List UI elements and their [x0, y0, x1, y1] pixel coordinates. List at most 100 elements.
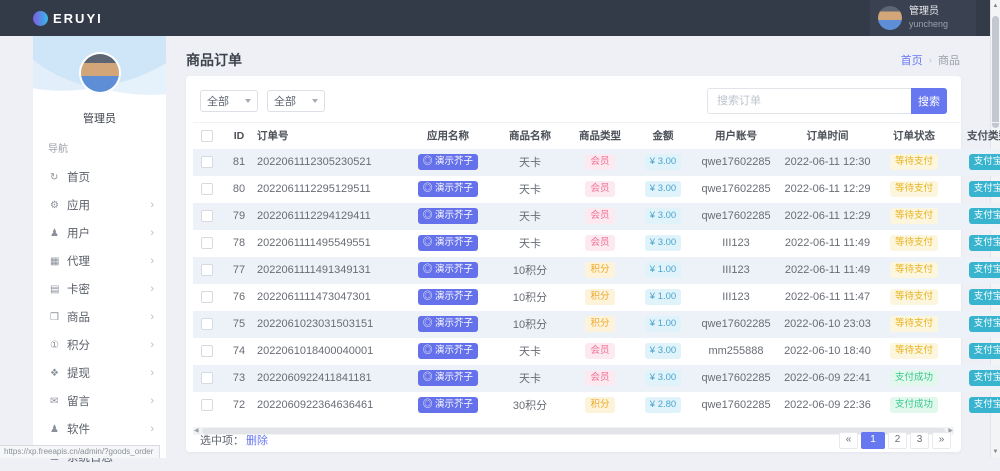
- order-time: 2022-06-11 12:29: [779, 176, 876, 203]
- column-header: 订单时间: [779, 123, 876, 149]
- table-row: 81 2022061112305230521 ◎ 演示芥子 天卡 会员 ¥ 3.…: [193, 149, 1000, 176]
- amount-badge: ¥ 1.00: [645, 262, 681, 278]
- sidebar-item-user[interactable]: ♟ 用户 ›: [33, 219, 166, 247]
- row-checkbox[interactable]: [201, 291, 213, 303]
- user-icon: ♟: [50, 228, 67, 239]
- product-name: 30积分: [493, 392, 567, 419]
- sidebar-item-withdraw[interactable]: ❖ 提现 ›: [33, 359, 166, 387]
- scroll-up-icon[interactable]: ▲: [991, 3, 1000, 9]
- logo-text: ERUYI: [53, 11, 103, 26]
- breadcrumb-separator: ›: [929, 55, 932, 66]
- filter-select-1[interactable]: 全部: [200, 90, 258, 112]
- page-button-1[interactable]: 1: [861, 432, 885, 449]
- user-account: III123: [693, 257, 779, 284]
- chevron-right-icon: ›: [150, 395, 154, 407]
- row-checkbox[interactable]: [201, 237, 213, 249]
- chevron-right-icon: ›: [150, 227, 154, 239]
- sidebar-item-message[interactable]: ✉ 留言 ›: [33, 387, 166, 415]
- scroll-left-icon[interactable]: ◀: [194, 427, 199, 435]
- row-checkbox[interactable]: [201, 345, 213, 357]
- row-checkbox[interactable]: [201, 399, 213, 411]
- status-badge: 等待支付: [890, 181, 938, 197]
- software-icon: ♟: [50, 424, 67, 435]
- user-menu[interactable]: 管理员 yuncheng: [870, 0, 976, 36]
- app-badge: ◎ 演示芥子: [418, 262, 478, 278]
- sidebar-item-card-key[interactable]: ▤ 卡密 ›: [33, 275, 166, 303]
- user-avatar: [878, 6, 902, 30]
- sidebar-item-software[interactable]: ♟ 软件 ›: [33, 415, 166, 443]
- type-badge: 会员: [585, 208, 614, 224]
- row-checkbox[interactable]: [201, 264, 213, 276]
- table-row: 78 2022061111495549551 ◎ 演示芥子 天卡 会员 ¥ 3.…: [193, 230, 1000, 257]
- page-button-«[interactable]: «: [839, 432, 858, 449]
- pay-badge: 支付宝: [969, 397, 1000, 413]
- table-row: 72 2022060922364636461 ◎ 演示芥子 30积分 积分 ¥ …: [193, 392, 1000, 419]
- order-no: 2022061023031503151: [257, 311, 403, 338]
- order-no: 2022061111491349131: [257, 257, 403, 284]
- order-time: 2022-06-09 22:36: [779, 392, 876, 419]
- page-button-3[interactable]: 3: [910, 432, 929, 449]
- user-account: III123: [693, 230, 779, 257]
- page-button-»[interactable]: »: [932, 432, 951, 449]
- orders-table: ID订单号应用名称商品名称商品类型金额用户账号订单时间订单状态支付类型 81 2…: [193, 122, 1000, 419]
- sidebar-item-home[interactable]: ↻ 首页 ›: [33, 163, 166, 191]
- type-badge: 积分: [585, 397, 614, 413]
- sidebar-item-points[interactable]: ① 积分 ›: [33, 331, 166, 359]
- table-row: 73 2022060922411841181 ◎ 演示芥子 天卡 会员 ¥ 3.…: [193, 365, 1000, 392]
- row-checkbox[interactable]: [201, 318, 213, 330]
- search-input[interactable]: [707, 88, 911, 114]
- chevron-down-icon: [245, 99, 251, 103]
- selected-items-label: 选中项：: [200, 435, 244, 447]
- status-badge: 等待支付: [890, 208, 938, 224]
- order-id: 77: [221, 257, 257, 284]
- status-badge: 支付成功: [890, 370, 938, 386]
- order-time: 2022-06-11 11:47: [779, 284, 876, 311]
- browser-status-url: https://xp.freeapis.cn/admin/?goods_orde…: [0, 445, 160, 458]
- card-footer: 选中项：删除 «123»: [200, 431, 951, 449]
- row-checkbox[interactable]: [201, 156, 213, 168]
- filter-row: 全部 全部 搜索: [186, 76, 961, 114]
- column-header: 商品名称: [493, 123, 567, 149]
- search-button[interactable]: 搜索: [911, 88, 947, 114]
- status-badge: 等待支付: [890, 154, 938, 170]
- app-badge: ◎ 演示芥子: [418, 235, 478, 251]
- sidebar-item-apps[interactable]: ⚙ 应用 ›: [33, 191, 166, 219]
- user-account: qwe17602285: [693, 365, 779, 392]
- vertical-scrollbar-thumb[interactable]: [992, 16, 999, 128]
- order-no: 2022061112295129511: [257, 176, 403, 203]
- pagination: «123»: [839, 432, 951, 449]
- scroll-down-icon[interactable]: ▼: [991, 449, 1000, 455]
- user-account: qwe17602285: [693, 392, 779, 419]
- chevron-right-icon: ›: [150, 367, 154, 379]
- column-header: 用户账号: [693, 123, 779, 149]
- filter-select-2[interactable]: 全部: [267, 90, 325, 112]
- breadcrumb-home-link[interactable]: 首页: [901, 52, 923, 68]
- amount-badge: ¥ 1.00: [645, 289, 681, 305]
- app-badge: ◎ 演示芥子: [418, 343, 478, 359]
- message-icon: ✉: [50, 396, 67, 407]
- row-checkbox[interactable]: [201, 372, 213, 384]
- order-time: 2022-06-10 18:40: [779, 338, 876, 365]
- user-account: qwe17602285: [693, 176, 779, 203]
- user-account: III123: [693, 284, 779, 311]
- status-badge: 等待支付: [890, 343, 938, 359]
- app-badge: ◎ 演示芥子: [418, 289, 478, 305]
- user-account: mm255888: [693, 338, 779, 365]
- delete-selected-link[interactable]: 删除: [246, 435, 268, 447]
- chevron-right-icon: ›: [150, 423, 154, 435]
- column-header: 商品类型: [567, 123, 633, 149]
- table-row: 77 2022061111491349131 ◎ 演示芥子 10积分 积分 ¥ …: [193, 257, 1000, 284]
- sidebar-item-agents[interactable]: ▦ 代理 ›: [33, 247, 166, 275]
- column-header: 应用名称: [403, 123, 493, 149]
- amount-badge: ¥ 3.00: [645, 370, 681, 386]
- chevron-right-icon: ›: [150, 339, 154, 351]
- row-checkbox[interactable]: [201, 183, 213, 195]
- row-checkbox[interactable]: [201, 210, 213, 222]
- order-id: 79: [221, 203, 257, 230]
- product-name: 10积分: [493, 257, 567, 284]
- column-header: 金额: [633, 123, 693, 149]
- page-button-2[interactable]: 2: [888, 432, 907, 449]
- select-all-checkbox[interactable]: [201, 130, 213, 142]
- sidebar-item-goods[interactable]: ❒ 商品 ›: [33, 303, 166, 331]
- app-badge: ◎ 演示芥子: [418, 181, 478, 197]
